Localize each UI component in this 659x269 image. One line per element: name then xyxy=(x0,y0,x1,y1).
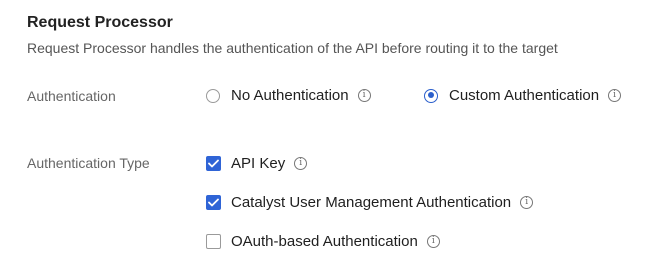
checkbox-label: Catalyst User Management Authentication xyxy=(231,194,512,211)
authentication-label: Authentication xyxy=(27,88,116,104)
radio-no-authentication[interactable]: No Authentication i xyxy=(206,87,371,104)
check-icon xyxy=(208,159,219,168)
info-icon[interactable]: i xyxy=(608,89,622,102)
page-title: Request Processor xyxy=(27,14,173,31)
checkbox-catalyst-user-management[interactable]: Catalyst User Management Authentication … xyxy=(206,194,534,211)
checkbox-label: API Key xyxy=(231,155,286,172)
checkbox[interactable] xyxy=(206,195,221,210)
radio-label: Custom Authentication xyxy=(449,87,600,104)
info-icon[interactable]: i xyxy=(294,157,308,170)
checkbox[interactable] xyxy=(206,234,221,249)
check-icon xyxy=(208,198,219,207)
info-icon[interactable]: i xyxy=(426,235,440,248)
authentication-type-label: Authentication Type xyxy=(27,155,150,171)
radio-label: No Authentication xyxy=(231,87,349,104)
page-subtitle: Request Processor handles the authentica… xyxy=(27,40,558,56)
radio-button[interactable] xyxy=(424,88,438,103)
checkbox[interactable] xyxy=(206,156,221,171)
radio-button[interactable] xyxy=(206,88,220,103)
checkbox-label: OAuth-based Authentication xyxy=(231,233,418,250)
checkbox-oauth-based[interactable]: OAuth-based Authentication i xyxy=(206,233,440,250)
radio-custom-authentication[interactable]: Custom Authentication i xyxy=(424,87,622,104)
checkbox-api-key[interactable]: API Key i xyxy=(206,155,308,172)
info-icon[interactable]: i xyxy=(357,89,371,102)
info-icon[interactable]: i xyxy=(520,196,534,209)
